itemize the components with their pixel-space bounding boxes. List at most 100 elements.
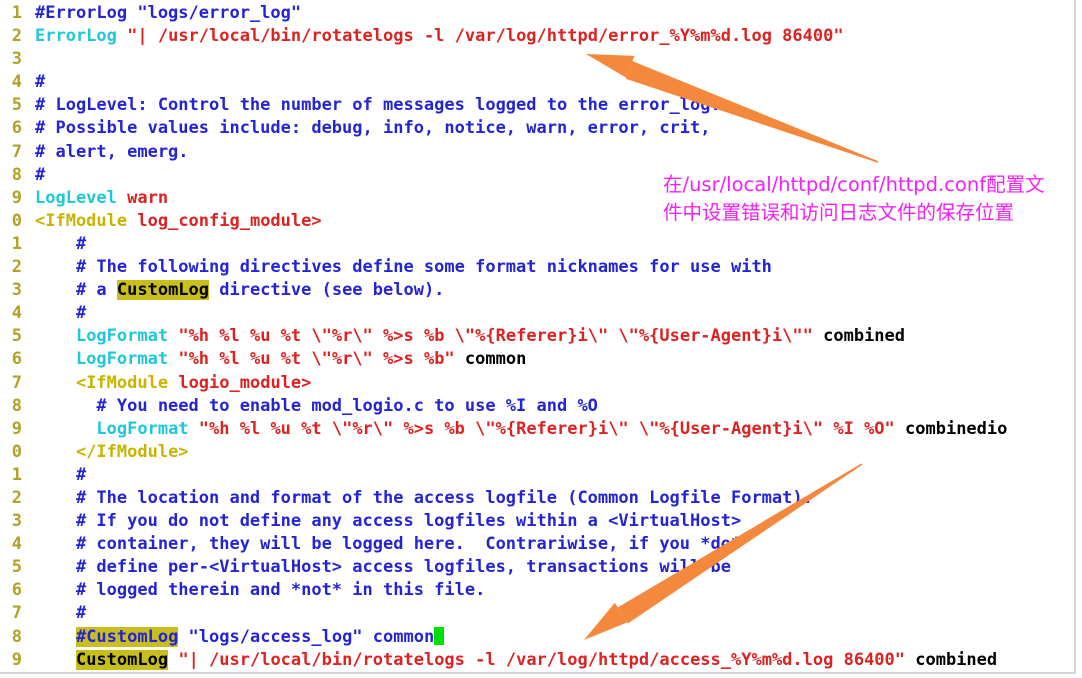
code-token: "| /usr/local/bin/rotatelogs -l /var/log… [127,26,844,47]
code-line-content[interactable]: # logged therein and *not* in this file. [22,579,1074,602]
line-number: 4 [11,534,22,555]
code-line[interactable]: 4 # [0,302,1074,325]
code-line-content[interactable]: ErrorLog "| /usr/local/bin/rotatelogs -l… [22,25,1074,48]
code-line[interactable]: 3 # a CustomLog directive (see below). [0,279,1074,302]
code-line-content[interactable]: # [22,71,1074,94]
code-token: "%h %l %u %t \"%r\" %>s %b \"%{Referer}i… [178,326,813,347]
code-token: # [35,233,87,254]
code-line-content[interactable]: # If you do not define any access logfil… [22,510,1074,533]
code-line[interactable]: 9 CustomLog "| /usr/local/bin/rotatelogs… [0,649,1074,672]
code-line-content[interactable]: LogFormat "%h %l %u %t \"%r\" %>s %b" co… [22,348,1074,371]
line-number: 8 [11,395,22,416]
code-line[interactable]: 8 # [0,164,1074,187]
code-line-content[interactable]: # define per-<VirtualHost> access logfil… [22,556,1074,579]
code-line[interactable]: 5 LogFormat "%h %l %u %t \"%r\" %>s %b \… [0,325,1074,348]
code-line[interactable]: 9 LogFormat "%h %l %u %t \"%r\" %>s %b \… [0,418,1074,441]
code-line-content[interactable]: LogFormat "%h %l %u %t \"%r\" %>s %b \"%… [22,325,1074,348]
code-line-content[interactable]: # container, they will be logged here. C… [22,533,1074,556]
code-line[interactable]: 5 # define per-<VirtualHost> access logf… [0,556,1074,579]
code-line[interactable]: 7 <IfModule logio_module> [0,372,1074,395]
code-token: # The location and format of the access … [35,487,813,508]
code-line[interactable]: 2 ErrorLog "| /usr/local/bin/rotatelogs -… [0,25,1074,48]
code-line-content[interactable]: # LogLevel: Control the number of messag… [22,94,1074,117]
line-number: 8 [11,164,22,185]
code-line-content[interactable]: </IfModule> [22,441,1074,464]
code-token: ErrorLog [35,26,117,47]
line-number: 4 [11,72,22,93]
code-line-content[interactable]: # The location and format of the access … [22,487,1074,510]
code-line[interactable]: 6 # Possible values include: debug, info,… [0,117,1074,140]
code-line[interactable]: 8 #CustomLog "logs/access_log" common [0,626,1074,649]
line-number: 7 [11,603,22,624]
code-line[interactable]: 2 # The location and format of the acces… [0,487,1074,510]
line-number: 1 [11,464,22,485]
code-line[interactable]: 1 # [0,464,1074,487]
code-line[interactable]: 7 # alert, emerg. [0,141,1074,164]
code-lines-container: 1 #ErrorLog "logs/error_log" 2 ErrorLog "| … [0,0,1074,672]
code-token: LogFormat [75,349,169,370]
code-line-content[interactable]: # Possible values include: debug, info, … [22,117,1074,140]
code-line[interactable]: 0 <IfModule log_config_module> [0,210,1074,233]
code-line[interactable]: 4 # [0,71,1074,94]
code-line[interactable]: 1 #ErrorLog "logs/error_log" [0,2,1074,25]
code-line[interactable]: 6 # logged therein and *not* in this fil… [0,579,1074,602]
code-line[interactable]: 9 LogLevel warn [0,187,1074,210]
code-line[interactable]: 4 # container, they will be logged here.… [0,533,1074,556]
code-line-content[interactable]: # [22,233,1074,256]
code-line-content[interactable]: # You need to enable mod_logio.c to use … [22,395,1074,418]
code-line-content[interactable]: # [22,302,1074,325]
code-line-content[interactable]: LogFormat "%h %l %u %t \"%r\" %>s %b \"%… [22,418,1074,441]
code-line[interactable]: 7 # [0,602,1074,625]
code-line-content[interactable]: CustomLog "| /usr/local/bin/rotatelogs -… [22,649,1074,672]
code-line[interactable]: 3 # If you do not define any access logf… [0,510,1074,533]
code-line-content[interactable]: # [22,164,1074,187]
code-token: #ErrorLog "logs/error_log" [35,3,302,23]
code-token: LogFormat [75,326,169,347]
code-line[interactable]: 5 # LogLevel: Control the number of messa… [0,94,1074,117]
code-token: combined [905,649,998,670]
line-number: 2 [11,257,22,278]
code-token: # logged therein and *not* in this file. [35,580,486,601]
line-number: 0 [11,441,22,462]
code-line-content[interactable]: #CustomLog "logs/access_log" common [22,626,1074,649]
line-number: 8 [11,626,22,647]
code-line-content[interactable]: #ErrorLog "logs/error_log" [22,2,1074,25]
code-line-content[interactable]: LogLevel warn [22,187,1074,210]
code-token: CustomLog [75,649,169,670]
code-line-content[interactable]: # [22,602,1074,625]
code-token: # You need to enable mod_logio.c to use … [35,395,598,416]
code-line[interactable]: 6 LogFormat "%h %l %u %t \"%r\" %>s %b" … [0,348,1074,371]
code-token: log_config_module> [137,210,322,231]
code-line-content[interactable]: <IfModule logio_module> [22,372,1074,395]
code-token: common [454,349,527,370]
line-number: 1 [11,3,22,23]
code-line[interactable]: 8 # You need to enable mod_logio.c to us… [0,395,1074,418]
line-number: 2 [11,487,22,508]
code-line-content[interactable]: # alert, emerg. [22,141,1074,164]
line-number: 6 [11,580,22,601]
code-line[interactable]: 3 [0,48,1074,71]
code-line[interactable]: 0 </IfModule> [0,441,1074,464]
code-line-content[interactable]: # [22,464,1074,487]
code-token: # [35,303,87,324]
code-token: # If you do not define any access logfil… [35,511,742,532]
code-editor-pane[interactable]: 1 #ErrorLog "logs/error_log" 2 ErrorLog "| … [0,0,1076,674]
code-line-content[interactable]: <IfModule log_config_module> [22,210,1074,233]
code-line[interactable]: 1 # [0,233,1074,256]
line-number: 3 [11,49,22,70]
code-line[interactable]: 2 # The following directives define some… [0,256,1074,279]
code-token: # [35,464,87,485]
code-token: combinedio [894,418,1008,439]
code-line-content[interactable]: # a CustomLog directive (see below). [22,279,1074,302]
code-line-content[interactable]: # The following directives define some f… [22,256,1074,279]
